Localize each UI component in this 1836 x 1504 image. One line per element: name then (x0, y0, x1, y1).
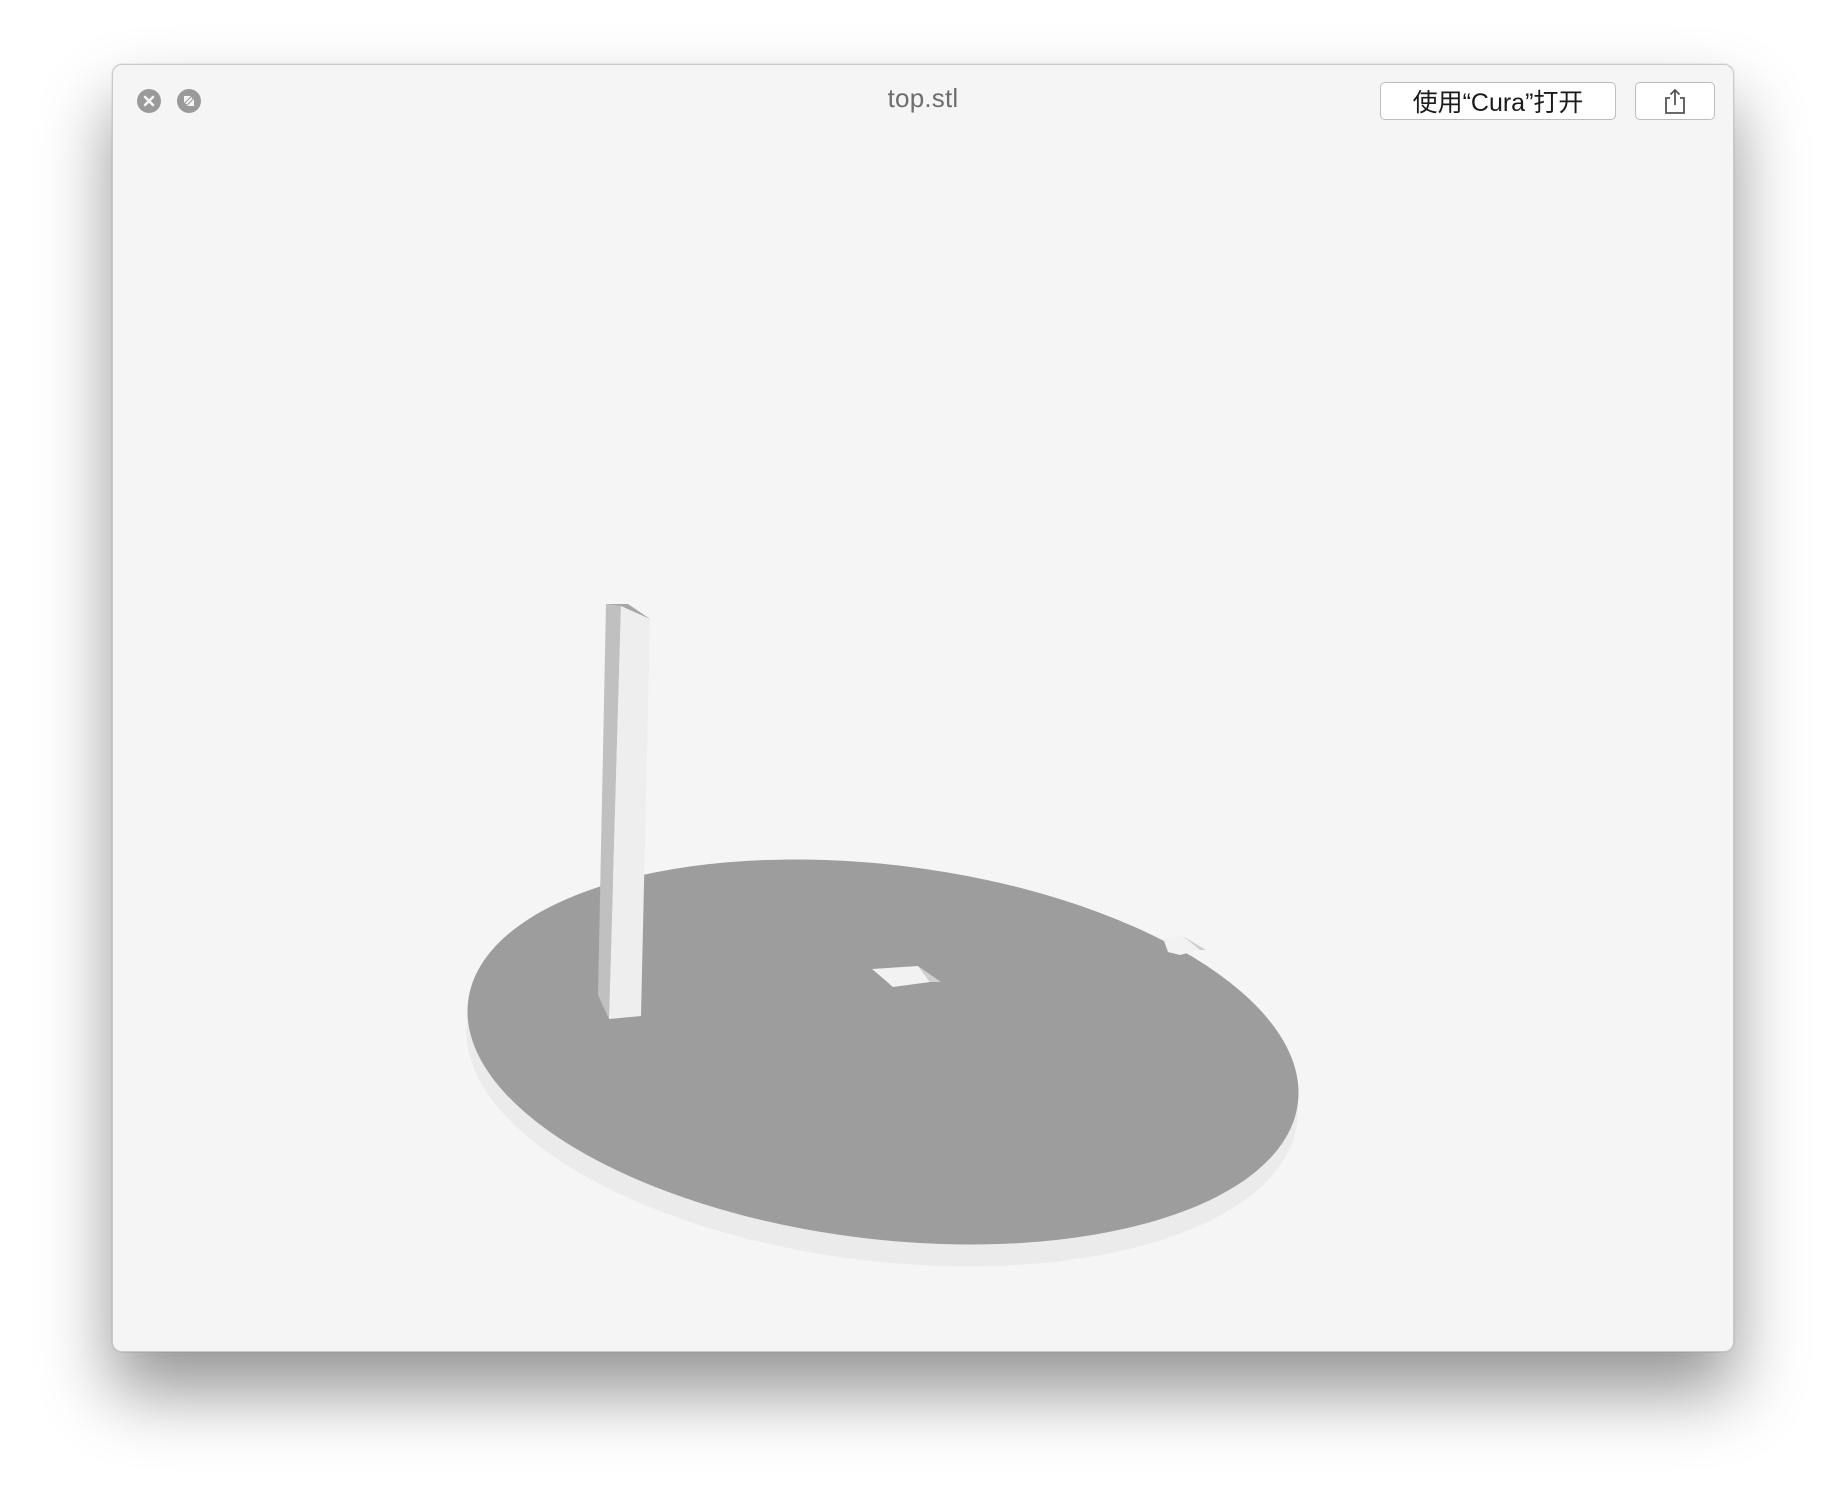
right-slot-hole (1163, 936, 1206, 955)
open-with-cura-button[interactable]: 使用“Cura”打开 (1380, 82, 1616, 120)
quicklook-window: top.stl 使用“Cura”打开 (112, 64, 1734, 1352)
share-icon (1665, 88, 1685, 114)
title-bar: top.stl 使用“Cura”打开 (113, 65, 1733, 137)
model-preview[interactable] (113, 137, 1733, 1351)
stl-3d-render (466, 604, 1299, 1267)
share-button[interactable] (1635, 82, 1715, 120)
vertical-post (598, 604, 650, 1019)
